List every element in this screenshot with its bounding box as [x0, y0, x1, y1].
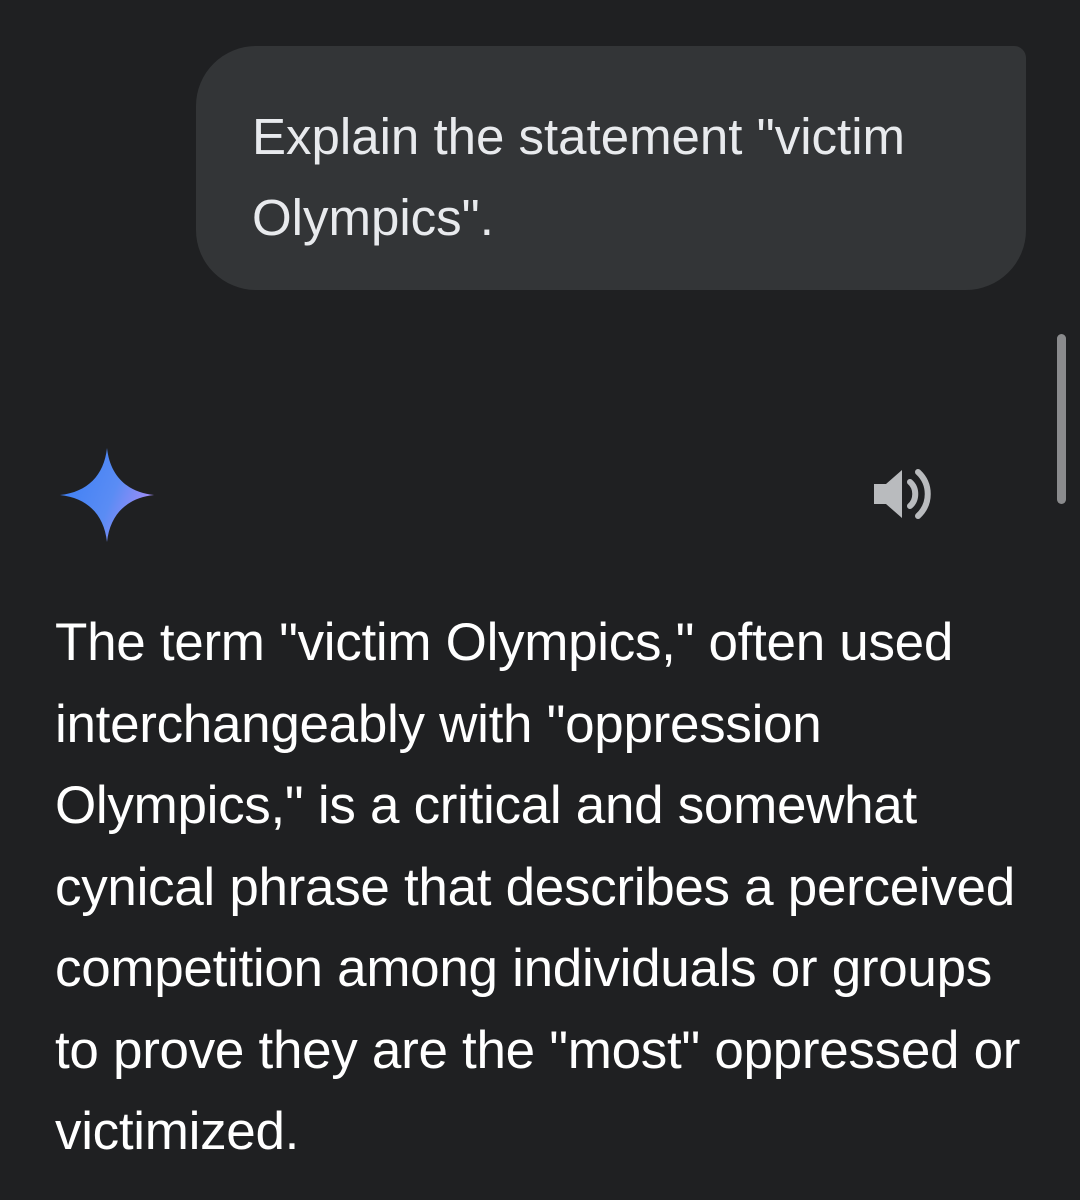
sparkle-icon [58, 446, 156, 544]
response-text: The term "victim Olympics," often used i… [55, 613, 1021, 1161]
user-message-text: Explain the statement "victim Olympics". [252, 108, 906, 246]
scrollbar[interactable] [1057, 334, 1066, 504]
speaker-icon[interactable] [868, 462, 936, 526]
user-message-bubble: Explain the statement "victim Olympics". [196, 46, 1026, 290]
